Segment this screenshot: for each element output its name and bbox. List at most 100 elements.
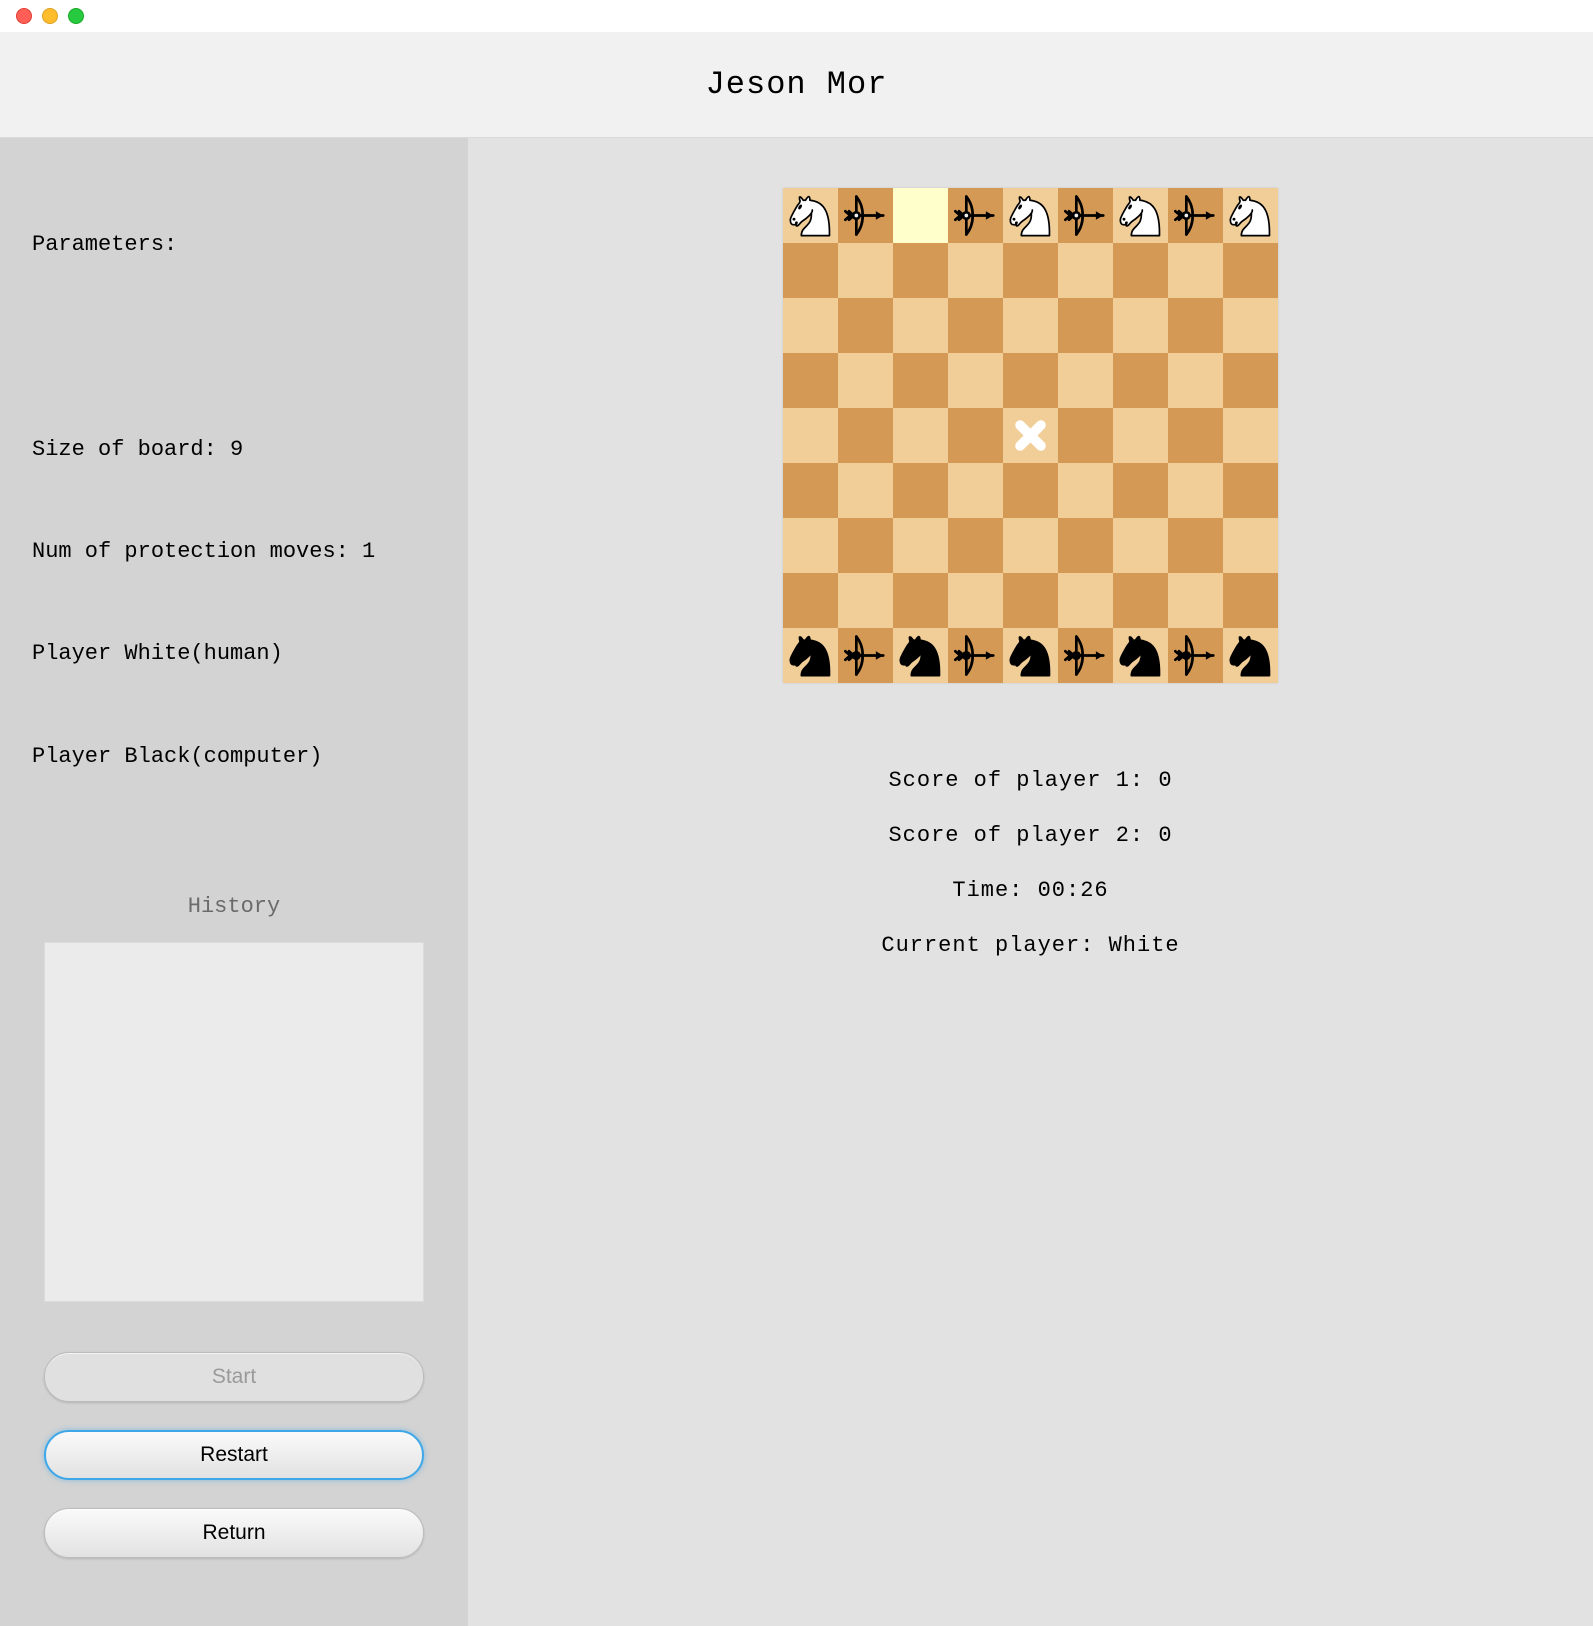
board-square[interactable] xyxy=(948,408,1003,463)
board-square[interactable] xyxy=(1113,188,1168,243)
piece-knight-white[interactable] xyxy=(1223,188,1278,248)
board-square[interactable] xyxy=(1058,243,1113,298)
board-square[interactable] xyxy=(838,243,893,298)
board-square[interactable] xyxy=(1113,518,1168,573)
board-square[interactable] xyxy=(783,628,838,683)
board-square[interactable] xyxy=(783,408,838,463)
board-square[interactable] xyxy=(1168,628,1223,683)
piece-knight-black[interactable] xyxy=(1003,628,1058,688)
board-square[interactable] xyxy=(783,298,838,353)
board-square[interactable] xyxy=(1223,243,1278,298)
board-square[interactable] xyxy=(948,628,1003,683)
board-square[interactable] xyxy=(838,463,893,518)
board-square[interactable] xyxy=(1003,408,1058,463)
board-square[interactable] xyxy=(1058,408,1113,463)
board-square[interactable] xyxy=(1168,353,1223,408)
traffic-light-minimize[interactable] xyxy=(42,8,58,24)
board-square[interactable] xyxy=(948,518,1003,573)
board-square[interactable] xyxy=(1168,408,1223,463)
board-square[interactable] xyxy=(948,188,1003,243)
board-square[interactable] xyxy=(838,628,893,683)
board-square[interactable] xyxy=(1058,463,1113,518)
board-square[interactable] xyxy=(948,243,1003,298)
board-square[interactable] xyxy=(948,463,1003,518)
board-square[interactable] xyxy=(1168,518,1223,573)
board-square[interactable] xyxy=(1003,298,1058,353)
board-square[interactable] xyxy=(1223,298,1278,353)
board-square[interactable] xyxy=(1113,628,1168,683)
piece-knight-white[interactable] xyxy=(783,188,838,248)
board-square[interactable] xyxy=(1113,573,1168,628)
board-square[interactable] xyxy=(1223,518,1278,573)
board-square[interactable] xyxy=(1113,298,1168,353)
traffic-light-zoom[interactable] xyxy=(68,8,84,24)
board-square[interactable] xyxy=(838,518,893,573)
board-square[interactable] xyxy=(893,353,948,408)
piece-archer-white[interactable] xyxy=(948,188,1003,248)
piece-knight-black[interactable] xyxy=(893,628,948,688)
board-square[interactable] xyxy=(1003,243,1058,298)
board-square[interactable] xyxy=(838,573,893,628)
board-square[interactable] xyxy=(1223,463,1278,518)
board-square[interactable] xyxy=(1113,408,1168,463)
board-square[interactable] xyxy=(1113,243,1168,298)
board-square[interactable] xyxy=(893,188,948,243)
board-square[interactable] xyxy=(1003,463,1058,518)
board-square[interactable] xyxy=(1058,518,1113,573)
board-square[interactable] xyxy=(1223,408,1278,463)
board-square[interactable] xyxy=(1058,353,1113,408)
board-square[interactable] xyxy=(1168,463,1223,518)
board-square[interactable] xyxy=(783,353,838,408)
board-square[interactable] xyxy=(1003,518,1058,573)
board-square[interactable] xyxy=(783,573,838,628)
board-square[interactable] xyxy=(1223,573,1278,628)
board-square[interactable] xyxy=(1003,628,1058,683)
board-square[interactable] xyxy=(838,408,893,463)
board-square[interactable] xyxy=(893,463,948,518)
board-square[interactable] xyxy=(1003,353,1058,408)
piece-knight-black[interactable] xyxy=(783,628,838,688)
board-square[interactable] xyxy=(1168,298,1223,353)
board-square[interactable] xyxy=(948,353,1003,408)
piece-archer-white[interactable] xyxy=(1058,188,1113,248)
board-square[interactable] xyxy=(1003,573,1058,628)
board-square[interactable] xyxy=(893,573,948,628)
board-square[interactable] xyxy=(838,353,893,408)
board-square[interactable] xyxy=(948,298,1003,353)
board-square[interactable] xyxy=(783,188,838,243)
history-box[interactable] xyxy=(44,942,424,1302)
board-square[interactable] xyxy=(1113,353,1168,408)
board-square[interactable] xyxy=(1003,188,1058,243)
piece-archer-white[interactable] xyxy=(1168,188,1223,248)
board-square[interactable] xyxy=(1223,188,1278,243)
board-square[interactable] xyxy=(783,463,838,518)
board-square[interactable] xyxy=(1223,628,1278,683)
restart-button[interactable]: Restart xyxy=(44,1430,424,1480)
board-square[interactable] xyxy=(838,298,893,353)
piece-knight-black[interactable] xyxy=(1223,628,1278,688)
return-button[interactable]: Return xyxy=(44,1508,424,1558)
board-square[interactable] xyxy=(1058,628,1113,683)
piece-knight-black[interactable] xyxy=(1113,628,1168,688)
board-square[interactable] xyxy=(838,188,893,243)
board-square[interactable] xyxy=(893,628,948,683)
piece-knight-white[interactable] xyxy=(1003,188,1058,248)
board-square[interactable] xyxy=(1168,573,1223,628)
board-square[interactable] xyxy=(893,243,948,298)
board-square[interactable] xyxy=(783,243,838,298)
board-square[interactable] xyxy=(893,518,948,573)
piece-archer-black[interactable] xyxy=(1168,628,1223,688)
board-square[interactable] xyxy=(1168,243,1223,298)
board-square[interactable] xyxy=(948,573,1003,628)
piece-archer-black[interactable] xyxy=(948,628,1003,688)
piece-knight-white[interactable] xyxy=(1113,188,1168,248)
board-square[interactable] xyxy=(1113,463,1168,518)
game-board[interactable] xyxy=(783,188,1278,683)
piece-archer-white[interactable] xyxy=(838,188,893,248)
board-square[interactable] xyxy=(893,408,948,463)
board-square[interactable] xyxy=(1058,188,1113,243)
piece-archer-black[interactable] xyxy=(1058,628,1113,688)
board-square[interactable] xyxy=(783,518,838,573)
board-square[interactable] xyxy=(1223,353,1278,408)
board-square[interactable] xyxy=(893,298,948,353)
